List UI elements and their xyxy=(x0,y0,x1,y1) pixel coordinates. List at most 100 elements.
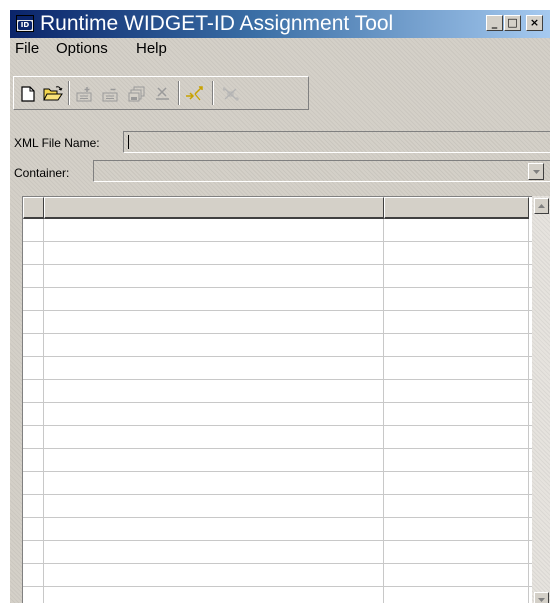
table-cell[interactable] xyxy=(384,403,529,425)
table-cell[interactable] xyxy=(384,265,529,287)
table-cell[interactable] xyxy=(23,449,44,471)
table-header-id[interactable] xyxy=(384,197,529,219)
table-cell[interactable] xyxy=(23,564,44,586)
table-row[interactable] xyxy=(23,334,532,357)
table-row[interactable] xyxy=(23,265,532,288)
table-row[interactable] xyxy=(23,426,532,449)
table-cell[interactable] xyxy=(44,426,384,448)
table-row[interactable] xyxy=(23,495,532,518)
table-cell[interactable] xyxy=(384,472,529,494)
table-cell[interactable] xyxy=(23,265,44,287)
table-cell[interactable] xyxy=(384,311,529,333)
table-cell[interactable] xyxy=(384,242,529,264)
table-cell[interactable] xyxy=(44,334,384,356)
save-stack-icon xyxy=(128,86,145,102)
table-cell[interactable] xyxy=(44,564,384,586)
table-cell[interactable] xyxy=(384,334,529,356)
clear-ids-button[interactable] xyxy=(220,84,242,104)
table-cell[interactable] xyxy=(44,288,384,310)
table-cell[interactable] xyxy=(44,495,384,517)
table-cell[interactable] xyxy=(23,518,44,540)
new-button[interactable] xyxy=(17,84,39,104)
table-cell[interactable] xyxy=(44,541,384,563)
table-cell[interactable] xyxy=(23,472,44,494)
table-cell[interactable] xyxy=(23,242,44,264)
table-row[interactable] xyxy=(23,541,532,564)
xml-file-label: XML File Name: xyxy=(14,136,100,150)
table-cell[interactable] xyxy=(384,288,529,310)
table-cell[interactable] xyxy=(23,426,44,448)
menu-file[interactable]: File xyxy=(15,40,39,58)
widget-id-table[interactable] xyxy=(22,196,532,603)
table-row[interactable] xyxy=(23,449,532,472)
table-row[interactable] xyxy=(23,518,532,541)
table-cell[interactable] xyxy=(384,495,529,517)
title-bar[interactable]: ID Runtime WIDGET-ID Assignment Tool _ □… xyxy=(10,10,550,38)
xml-file-input[interactable] xyxy=(123,131,550,153)
delete-button[interactable] xyxy=(152,84,174,104)
maximize-button[interactable]: □ xyxy=(504,15,521,31)
table-cell[interactable] xyxy=(44,357,384,379)
table-cell[interactable] xyxy=(23,311,44,333)
table-cell[interactable] xyxy=(384,541,529,563)
table-row[interactable] xyxy=(23,380,532,403)
table-cell[interactable] xyxy=(44,518,384,540)
vertical-scrollbar[interactable] xyxy=(532,196,550,603)
table-cell[interactable] xyxy=(384,219,529,241)
app-icon[interactable]: ID xyxy=(16,15,34,32)
table-row[interactable] xyxy=(23,311,532,334)
menu-bar: File Options Help xyxy=(10,38,550,60)
table-row[interactable] xyxy=(23,219,532,242)
menu-options[interactable]: Options xyxy=(56,40,108,58)
table-row[interactable] xyxy=(23,564,532,587)
open-button[interactable] xyxy=(42,84,64,104)
add-widget-button[interactable] xyxy=(74,84,96,104)
table-cell[interactable] xyxy=(23,357,44,379)
minimize-icon: _ xyxy=(491,16,498,29)
table-cell[interactable] xyxy=(44,587,384,603)
table-cell[interactable] xyxy=(44,380,384,402)
table-row[interactable] xyxy=(23,288,532,311)
table-header-widget[interactable] xyxy=(44,197,384,219)
table-cell[interactable] xyxy=(384,564,529,586)
table-cell[interactable] xyxy=(23,403,44,425)
table-cell[interactable] xyxy=(44,311,384,333)
scroll-up-button[interactable] xyxy=(534,198,549,214)
table-row[interactable] xyxy=(23,472,532,495)
table-row[interactable] xyxy=(23,357,532,380)
save-stack-button[interactable] xyxy=(126,84,148,104)
table-cell[interactable] xyxy=(44,219,384,241)
chevron-down-icon xyxy=(538,598,545,602)
table-cell[interactable] xyxy=(23,219,44,241)
table-cell[interactable] xyxy=(44,265,384,287)
table-cell[interactable] xyxy=(384,426,529,448)
minimize-button[interactable]: _ xyxy=(486,15,503,31)
menu-help[interactable]: Help xyxy=(136,40,167,58)
table-cell[interactable] xyxy=(23,541,44,563)
remove-widget-button[interactable] xyxy=(100,84,122,104)
table-cell[interactable] xyxy=(384,380,529,402)
table-cell[interactable] xyxy=(23,587,44,603)
open-folder-icon xyxy=(43,86,63,101)
table-cell[interactable] xyxy=(44,472,384,494)
table-cell[interactable] xyxy=(384,357,529,379)
table-cell[interactable] xyxy=(384,449,529,471)
table-row[interactable] xyxy=(23,403,532,426)
table-row[interactable] xyxy=(23,587,532,603)
table-header-index[interactable] xyxy=(23,197,44,219)
table-cell[interactable] xyxy=(44,449,384,471)
table-cell[interactable] xyxy=(384,518,529,540)
close-button[interactable]: × xyxy=(526,15,543,31)
container-select[interactable] xyxy=(93,160,550,182)
table-cell[interactable] xyxy=(23,495,44,517)
table-cell[interactable] xyxy=(384,587,529,603)
table-cell[interactable] xyxy=(44,403,384,425)
table-cell[interactable] xyxy=(44,242,384,264)
container-dropdown-button[interactable] xyxy=(528,163,544,180)
table-row[interactable] xyxy=(23,242,532,265)
scroll-down-button[interactable] xyxy=(534,592,549,603)
table-cell[interactable] xyxy=(23,288,44,310)
table-cell[interactable] xyxy=(23,380,44,402)
assign-id-button[interactable] xyxy=(184,84,206,104)
table-cell[interactable] xyxy=(23,334,44,356)
